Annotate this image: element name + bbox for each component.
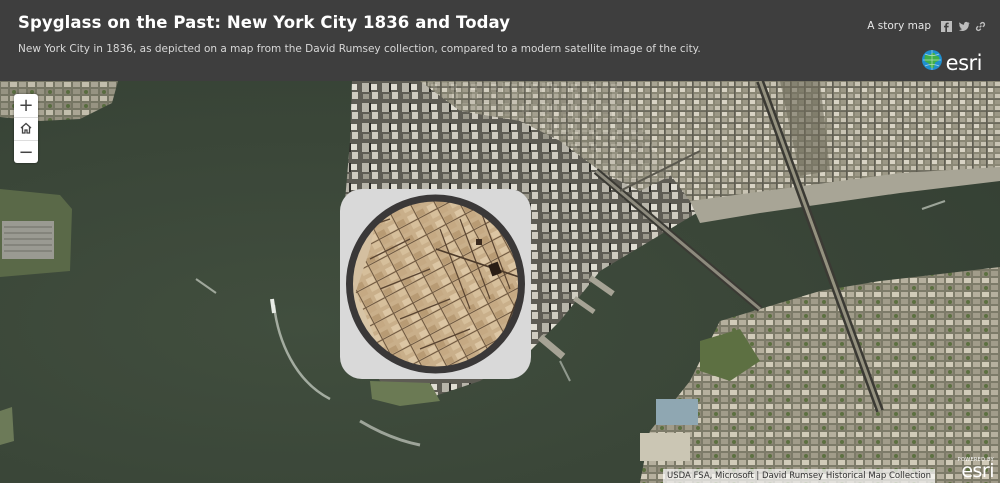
spyglass-lens[interactable]	[340, 189, 531, 379]
esri-wordmark: esri	[945, 50, 983, 75]
esri-logo[interactable]: esri	[921, 49, 983, 76]
zoom-out-button[interactable]: −	[14, 140, 38, 163]
twitter-icon[interactable]	[958, 21, 970, 32]
map-attribution: USDA FSA, Microsoft | David Rumsey Histo…	[663, 469, 936, 483]
page-title: Spyglass on the Past: New York City 1836…	[18, 13, 511, 32]
home-icon	[19, 119, 33, 140]
page-subtitle: New York City in 1836, as depicted on a …	[18, 43, 701, 55]
esri-small-wordmark: esri	[961, 460, 994, 482]
powered-by-esri[interactable]: POWERED BY esri	[958, 457, 995, 482]
story-map-share-bar: A story map	[867, 20, 986, 32]
globe-icon	[921, 49, 943, 76]
zoom-controls: + −	[14, 94, 38, 163]
zoom-in-button[interactable]: +	[14, 94, 38, 117]
story-map-link[interactable]: A story map	[867, 20, 931, 32]
home-button[interactable]	[14, 117, 38, 140]
facebook-icon[interactable]	[941, 20, 952, 32]
story-map-header: Spyglass on the Past: New York City 1836…	[0, 0, 1000, 81]
link-icon[interactable]	[975, 21, 986, 32]
historical-map-1836	[346, 194, 525, 374]
